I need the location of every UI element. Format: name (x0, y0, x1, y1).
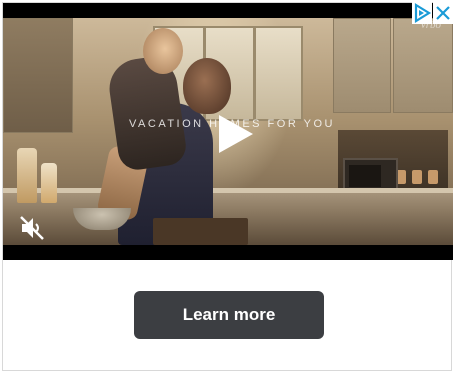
scene-cutting-board (153, 218, 248, 245)
scene-man-head (183, 58, 231, 114)
close-icon (436, 6, 450, 20)
adchoices-button[interactable] (412, 2, 432, 24)
scene-cabinet-left (3, 18, 73, 133)
scene-bottle (17, 148, 37, 203)
play-icon (219, 115, 253, 153)
speaker-muted-icon (20, 216, 44, 240)
learn-more-button[interactable]: Learn more (134, 291, 324, 339)
scene-cabinet-right-1 (333, 18, 391, 113)
ad-close-button[interactable] (433, 2, 453, 24)
scene-jar (428, 170, 438, 184)
scene-bottle (41, 163, 57, 203)
scene-cabinet-right-2 (393, 18, 453, 113)
video-player[interactable]: Vrbo Vacation Homes for You (3, 3, 453, 260)
mute-button[interactable] (17, 213, 47, 243)
adchoices-icon (414, 3, 432, 23)
scene-child-head (143, 28, 183, 74)
scene-jar (412, 170, 422, 184)
play-button[interactable] (215, 113, 255, 155)
